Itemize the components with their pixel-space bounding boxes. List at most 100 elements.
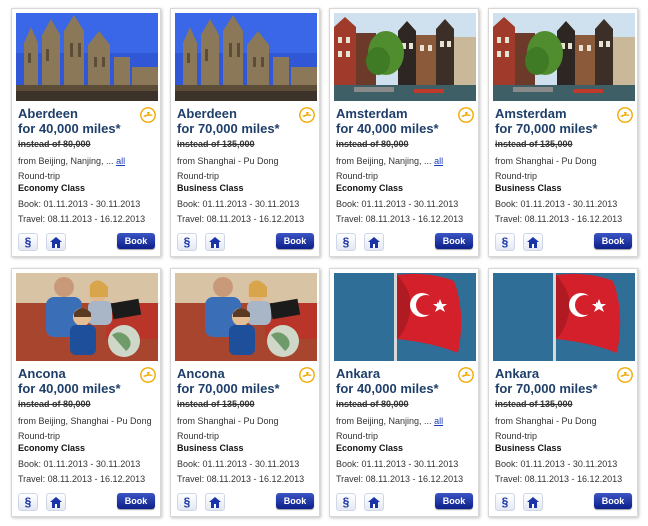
airline-logo-icon [140,367,156,383]
terms-button[interactable]: § [177,233,197,251]
departure-cities: from Shanghai - Pu Dong [495,416,597,426]
canal-photo [334,13,476,101]
offer-card: Amsterdam for 70,000 miles* instead of 1… [488,8,638,257]
paragraph-icon: § [183,495,191,509]
terms-button[interactable]: § [495,233,515,251]
departure-cities: from Shanghai - Pu Dong [177,416,279,426]
book-button[interactable]: Book [594,493,632,509]
trip-type: Round-trip [495,431,538,441]
paragraph-icon: § [342,495,350,509]
airline-logo-icon [299,107,315,123]
destination-info-button[interactable] [523,493,543,511]
departure-cities: from Shanghai - Pu Dong [177,156,279,166]
trip-type: Round-trip [336,431,379,441]
all-departures-link[interactable]: all [434,416,443,426]
home-icon [527,496,539,508]
book-button[interactable]: Book [435,233,473,249]
terms-button[interactable]: § [177,493,197,511]
book-button[interactable]: Book [276,493,314,509]
destination-info-button[interactable] [364,233,384,251]
travel-class: Business Class [177,443,244,453]
book-button[interactable]: Book [435,493,473,509]
travel-class: Business Class [495,183,562,193]
terms-button[interactable]: § [336,493,356,511]
terms-button[interactable]: § [495,493,515,511]
destination-info-button[interactable] [46,493,66,511]
paragraph-icon: § [183,235,191,249]
paragraph-icon: § [24,495,32,509]
destination-city: Ankara [495,366,540,381]
destination-city: Aberdeen [18,106,78,121]
home-icon [209,236,221,248]
miles-price: for 40,000 miles* [336,121,439,136]
miles-price: for 40,000 miles* [336,381,439,396]
flag-photo [493,273,635,361]
book-button[interactable]: Book [117,233,155,249]
destination-city: Amsterdam [336,106,408,121]
booking-period: Book: 01.11.2013 - 30.11.2013 [495,199,618,209]
destination-info-button[interactable] [523,233,543,251]
original-price: instead of 80,000 [18,139,91,149]
cathedral-photo [175,13,317,101]
trip-type: Round-trip [495,171,538,181]
airline-logo-icon [458,367,474,383]
airline-logo-icon [617,367,633,383]
booking-period: Book: 01.11.2013 - 30.11.2013 [18,459,141,469]
original-price: instead of 80,000 [336,139,409,149]
departure-text: from Shanghai - Pu Dong [495,416,597,426]
cathedral-photo [16,13,158,101]
destination-info-button[interactable] [205,233,225,251]
trip-type: Round-trip [18,171,61,181]
original-price: instead of 80,000 [336,399,409,409]
departure-cities: from Shanghai - Pu Dong [495,156,597,166]
travel-period: Travel: 08.11.2013 - 16.12.2013 [495,214,623,224]
travel-class: Economy Class [18,183,86,193]
terms-button[interactable]: § [336,233,356,251]
miles-price: for 40,000 miles* [18,381,121,396]
miles-price: for 70,000 miles* [177,381,280,396]
book-button[interactable]: Book [276,233,314,249]
all-departures-link[interactable]: all [116,156,125,166]
home-icon [368,496,380,508]
departure-text: from Shanghai - Pu Dong [177,156,279,166]
airline-logo-icon [299,367,315,383]
original-price: instead of 135,000 [495,399,573,409]
offer-card: Aberdeen for 40,000 miles* instead of 80… [11,8,161,257]
departure-text: from Beijing, Shanghai - Pu Dong [18,416,152,426]
all-departures-link[interactable]: all [434,156,443,166]
miles-price: for 70,000 miles* [495,121,598,136]
booking-period: Book: 01.11.2013 - 30.11.2013 [495,459,618,469]
paragraph-icon: § [24,235,32,249]
booking-period: Book: 01.11.2013 - 30.11.2013 [177,199,300,209]
terms-button[interactable]: § [18,233,38,251]
home-icon [50,236,62,248]
terms-button[interactable]: § [18,493,38,511]
miles-price: for 40,000 miles* [18,121,121,136]
trip-type: Round-trip [177,171,220,181]
departure-text: from Beijing, Nanjing, ... [336,416,432,426]
travel-class: Business Class [177,183,244,193]
travel-class: Economy Class [336,443,404,453]
paragraph-icon: § [501,235,509,249]
original-price: instead of 135,000 [177,399,255,409]
departure-cities: from Beijing, Shanghai - Pu Dong [18,416,152,426]
departure-cities: from Beijing, Nanjing, ... all [18,156,125,166]
booking-period: Book: 01.11.2013 - 30.11.2013 [336,459,459,469]
home-icon [209,496,221,508]
trip-type: Round-trip [336,171,379,181]
book-button[interactable]: Book [594,233,632,249]
home-icon [50,496,62,508]
booking-period: Book: 01.11.2013 - 30.11.2013 [336,199,459,209]
destination-info-button[interactable] [205,493,225,511]
offer-card: Amsterdam for 40,000 miles* instead of 8… [329,8,479,257]
destination-city: Aberdeen [177,106,237,121]
destination-info-button[interactable] [364,493,384,511]
offer-card: Ancona for 40,000 miles* instead of 80,0… [11,268,161,517]
destination-info-button[interactable] [46,233,66,251]
miles-price: for 70,000 miles* [177,121,280,136]
book-button[interactable]: Book [117,493,155,509]
trip-type: Round-trip [18,431,61,441]
destination-city: Ancona [177,366,225,381]
travel-period: Travel: 08.11.2013 - 16.12.2013 [177,214,305,224]
flag-photo [334,273,476,361]
